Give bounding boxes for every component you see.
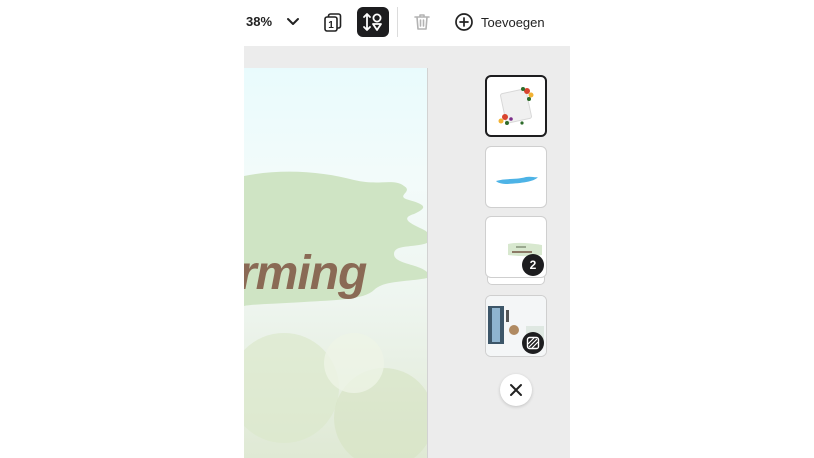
pages-icon: 1 (324, 13, 342, 32)
reorder-icon (363, 13, 382, 31)
group-count-badge: 2 (522, 254, 544, 276)
page-count-text: 1 (328, 20, 334, 31)
page-count-button[interactable]: 1 (317, 7, 349, 37)
page-thumbnail-1[interactable] (485, 75, 547, 137)
video-icon (522, 332, 544, 354)
thumbnail-stack-edge (487, 277, 545, 285)
close-icon (510, 384, 522, 396)
toolbar-divider (397, 7, 398, 37)
reorder-pages-button[interactable] (357, 7, 389, 37)
zoom-level[interactable]: 38% (246, 14, 272, 29)
page-thumbnail-4[interactable] (485, 295, 547, 357)
floral-frame-thumbnail (498, 87, 534, 125)
canvas-heading-text: rming (244, 247, 367, 300)
chevron-down-icon[interactable] (284, 13, 302, 31)
blue-brushstroke-thumbnail (496, 176, 538, 184)
trash-icon (414, 14, 430, 30)
close-button[interactable] (500, 374, 532, 406)
add-page-button[interactable]: Toevoegen (454, 9, 545, 35)
plus-circle-icon (455, 13, 473, 31)
top-toolbar: 38% 1 Toevoegen (0, 0, 814, 46)
canvas-page[interactable]: rming (244, 68, 428, 458)
page-thumbnail-2[interactable] (485, 146, 547, 208)
add-page-label: Toevoegen (481, 14, 545, 30)
delete-button[interactable] (406, 7, 438, 37)
page-thumbnail-3[interactable]: 2 (485, 216, 547, 278)
